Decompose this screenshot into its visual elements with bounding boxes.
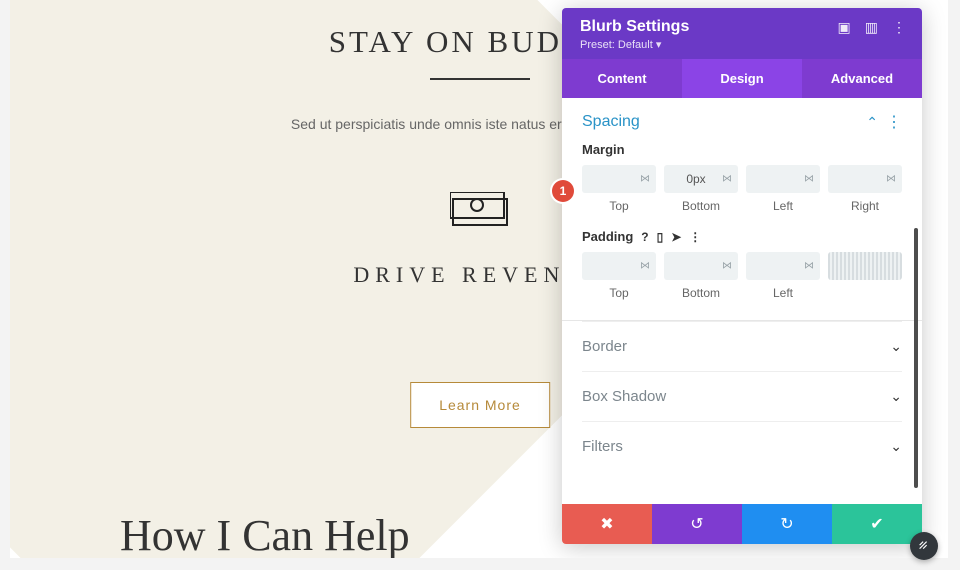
preset-label[interactable]: Preset: Default ▾ — [580, 38, 906, 51]
padding-right-input[interactable] — [828, 252, 902, 280]
margin-label: Margin — [582, 142, 902, 157]
chevron-down-icon: ⌄ — [890, 338, 902, 355]
tab-advanced[interactable]: Advanced — [802, 59, 922, 98]
money-icon — [450, 192, 510, 228]
spacing-section-header[interactable]: Spacing ⌃ ⋮ — [582, 112, 902, 132]
headline-rule — [430, 78, 530, 80]
filters-section[interactable]: Filters⌄ — [582, 421, 902, 471]
margin-left-cap: Left — [746, 199, 820, 213]
undo-button[interactable]: ↺ — [652, 504, 742, 544]
border-section[interactable]: Border⌄ — [582, 321, 902, 371]
modal-panel: Spacing ⌃ ⋮ Margin ⋈Top ⋈Bottom ⋈Left ⋈R… — [562, 98, 922, 504]
section-dots-icon[interactable]: ⋮ — [886, 112, 902, 132]
modal-footer: ✖ ↺ ↻ ✔ — [562, 504, 922, 544]
redo-button[interactable]: ↻ — [742, 504, 832, 544]
discard-button[interactable]: ✖ — [562, 504, 652, 544]
resize-handle[interactable] — [910, 532, 938, 560]
options-dots-icon[interactable]: ⋮ — [689, 230, 701, 244]
padding-top-input[interactable] — [582, 252, 656, 280]
menu-dots-icon[interactable]: ⋮ — [892, 19, 906, 36]
padding-label: Padding ? ▯ ➤ ⋮ — [582, 229, 902, 244]
margin-right-cap: Right — [828, 199, 902, 213]
scrollbar-thumb[interactable] — [914, 228, 918, 488]
chevron-down-icon: ⌄ — [890, 388, 902, 405]
responsive-phone-icon[interactable]: ▯ — [657, 230, 664, 244]
tab-design[interactable]: Design — [682, 59, 802, 98]
box-shadow-section[interactable]: Box Shadow⌄ — [582, 371, 902, 421]
padding-top-cap: Top — [582, 286, 656, 300]
margin-right-input[interactable] — [828, 165, 902, 193]
save-button[interactable]: ✔ — [832, 504, 922, 544]
chevron-down-icon: ⌄ — [890, 438, 902, 455]
spacing-section-title: Spacing — [582, 113, 640, 131]
annotation-step-1: 1 — [552, 180, 574, 202]
margin-top-input[interactable] — [582, 165, 656, 193]
chevron-up-icon[interactable]: ⌃ — [866, 114, 878, 131]
expand-icon[interactable]: ▥ — [865, 19, 878, 36]
learn-more-button[interactable]: Learn More — [410, 382, 550, 428]
padding-bottom-input[interactable] — [664, 252, 738, 280]
blurb-settings-modal[interactable]: Blurb Settings ▣ ▥ ⋮ Preset: Default ▾ C… — [562, 8, 922, 544]
margin-bottom-cap: Bottom — [664, 199, 738, 213]
modal-tabs: Content Design Advanced — [562, 59, 922, 98]
hover-cursor-icon[interactable]: ➤ — [671, 230, 681, 244]
page-headline-2: How I Can Help — [120, 510, 410, 561]
padding-bottom-cap: Bottom — [664, 286, 738, 300]
padding-left-cap: Left — [746, 286, 820, 300]
help-icon[interactable]: ? — [641, 230, 648, 244]
modal-header[interactable]: Blurb Settings ▣ ▥ ⋮ Preset: Default ▾ — [562, 8, 922, 59]
snap-icon[interactable]: ▣ — [838, 19, 851, 36]
margin-bottom-input[interactable] — [664, 165, 738, 193]
margin-left-input[interactable] — [746, 165, 820, 193]
margin-top-cap: Top — [582, 199, 656, 213]
tab-content[interactable]: Content — [562, 59, 682, 98]
modal-title: Blurb Settings — [580, 18, 689, 36]
padding-left-input[interactable] — [746, 252, 820, 280]
